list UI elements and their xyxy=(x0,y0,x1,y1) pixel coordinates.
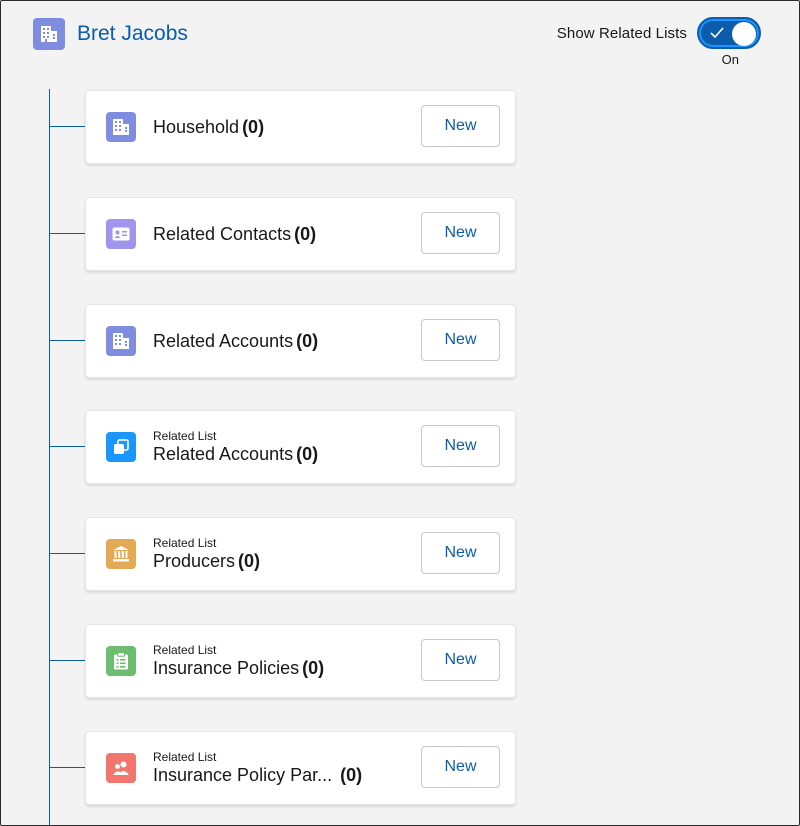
card-count: (0) xyxy=(294,224,317,244)
related-list-card-accounts: Related List Related Accounts (0) New xyxy=(85,410,516,484)
new-related-list-account-button[interactable]: New xyxy=(421,425,500,467)
related-card-contacts: Related Contacts (0) New xyxy=(85,197,516,271)
related-card-household: Household (0) New xyxy=(85,90,516,164)
new-producer-button[interactable]: New xyxy=(421,532,500,574)
building-icon xyxy=(106,326,136,356)
tree-branch xyxy=(49,660,85,661)
toggle-label: Show Related Lists xyxy=(556,24,687,42)
overlapping-squares-icon xyxy=(106,432,136,462)
checkmark-icon xyxy=(710,27,724,39)
tree-branch xyxy=(49,126,85,127)
clipboard-list-icon xyxy=(106,646,136,676)
card-count: (0) xyxy=(296,331,319,351)
bank-icon xyxy=(106,539,136,569)
card-title[interactable]: Related Accounts (0) xyxy=(153,330,318,352)
card-count: (0) xyxy=(340,765,363,785)
card-subtitle: Related List xyxy=(153,429,217,443)
card-title[interactable]: Insurance Policies (0) xyxy=(153,657,324,679)
card-title[interactable]: Household (0) xyxy=(153,116,264,138)
building-icon xyxy=(106,112,136,142)
card-title[interactable]: Related Accounts (0) xyxy=(153,443,318,465)
show-related-lists-toggle[interactable] xyxy=(697,17,761,49)
tree-branch xyxy=(49,340,85,341)
card-subtitle: Related List xyxy=(153,750,217,764)
card-count: (0) xyxy=(296,444,319,464)
related-list-card-insurance-policy-participants: Related List Insurance Policy Par... (0) … xyxy=(85,731,516,805)
new-insurance-policy-button[interactable]: New xyxy=(421,639,500,681)
related-card-accounts: Related Accounts (0) New xyxy=(85,304,516,378)
record-header: Bret Jacobs xyxy=(33,18,188,50)
new-related-contact-button[interactable]: New xyxy=(421,212,500,254)
card-title[interactable]: Related Contacts (0) xyxy=(153,223,316,245)
related-list-card-producers: Related List Producers (0) New xyxy=(85,517,516,591)
card-subtitle: Related List xyxy=(153,536,217,550)
tree-connector-line xyxy=(49,89,50,825)
people-icon xyxy=(106,753,136,783)
related-list-card-insurance-policies: Related List Insurance Policies (0) New xyxy=(85,624,516,698)
toggle-state-text: On xyxy=(721,52,739,67)
tree-branch xyxy=(49,446,85,447)
new-insurance-policy-participant-button[interactable]: New xyxy=(421,746,500,788)
card-subtitle: Related List xyxy=(153,643,217,657)
new-related-account-button[interactable]: New xyxy=(421,319,500,361)
show-related-lists-toggle-group: Show Related Lists On xyxy=(557,17,761,67)
tree-branch xyxy=(49,767,85,768)
card-title[interactable]: Producers (0) xyxy=(153,550,260,572)
app-frame: Bret Jacobs Show Related Lists On Househ… xyxy=(0,0,800,826)
toggle-knob xyxy=(732,22,756,46)
contact-card-icon xyxy=(106,219,136,249)
tree-branch xyxy=(49,553,85,554)
building-icon xyxy=(33,18,65,50)
new-household-button[interactable]: New xyxy=(421,105,500,147)
record-title-link[interactable]: Bret Jacobs xyxy=(77,22,188,46)
tree-branch xyxy=(49,233,85,234)
card-count: (0) xyxy=(302,658,325,678)
card-count: (0) xyxy=(242,117,265,137)
card-title[interactable]: Insurance Policy Par... (0) xyxy=(153,764,362,786)
card-count: (0) xyxy=(238,551,261,571)
